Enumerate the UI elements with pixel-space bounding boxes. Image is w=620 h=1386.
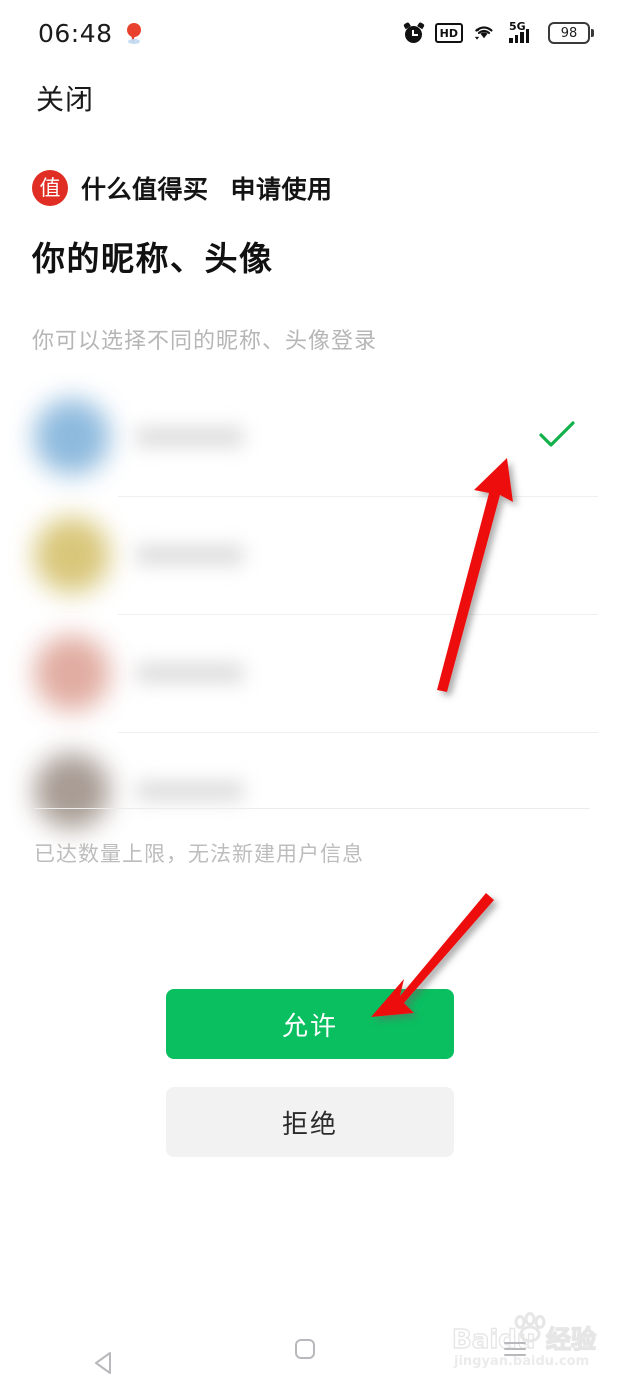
battery-icon: 98 (548, 22, 594, 44)
app-request-action: 申请使用 (230, 175, 333, 204)
account-nickname (136, 426, 244, 448)
close-button[interactable]: 关闭 (36, 78, 94, 118)
app-logo-icon: 值 (32, 170, 68, 206)
list-item[interactable] (22, 614, 598, 732)
account-nickname (136, 780, 244, 802)
home-button[interactable] (291, 1335, 319, 1363)
list-item[interactable] (22, 496, 598, 614)
wifi-icon (474, 23, 498, 43)
selected-checkmark-icon (538, 420, 576, 454)
account-list (22, 378, 598, 829)
status-time: 06:48 (38, 18, 113, 48)
account-nickname (136, 544, 244, 566)
avatar (34, 517, 110, 593)
avatar (34, 399, 110, 475)
android-nav-bar (0, 1312, 620, 1386)
page-title: 你的昵称、头像 (32, 239, 274, 278)
list-divider (34, 808, 590, 809)
battery-percent: 98 (560, 25, 578, 41)
alarm-clock-icon (402, 21, 425, 43)
app-name: 什么值得买 (81, 175, 209, 204)
recents-button[interactable] (501, 1335, 529, 1363)
status-bar: 06:48 HD 5G 98 (0, 0, 620, 66)
avatar (34, 635, 110, 711)
account-nickname (136, 662, 244, 684)
location-pin-icon (126, 23, 141, 44)
page-subtitle: 你可以选择不同的昵称、头像登录 (32, 329, 378, 354)
hd-icon: HD (434, 23, 463, 43)
list-item[interactable] (22, 378, 598, 496)
back-button[interactable] (91, 1336, 111, 1374)
app-identity-row: 值 什么值得买 申请使用 (32, 170, 333, 206)
avatar (34, 753, 110, 829)
allow-button[interactable]: 允许 (166, 989, 454, 1059)
list-item[interactable] (22, 732, 598, 850)
status-bar-right: HD 5G 98 (402, 21, 594, 44)
phone-screen: 06:48 HD 5G 98 关闭 值 什么值得买 申请使用 你的昵称、头像 你… (0, 0, 620, 1386)
status-bar-left: 06:48 (38, 19, 141, 48)
deny-button[interactable]: 拒绝 (166, 1087, 454, 1157)
limit-note: 已达数量上限，无法新建用户信息 (34, 842, 364, 866)
signal-bars-icon (509, 29, 529, 43)
signal-5g-icon: 5G (509, 21, 537, 44)
